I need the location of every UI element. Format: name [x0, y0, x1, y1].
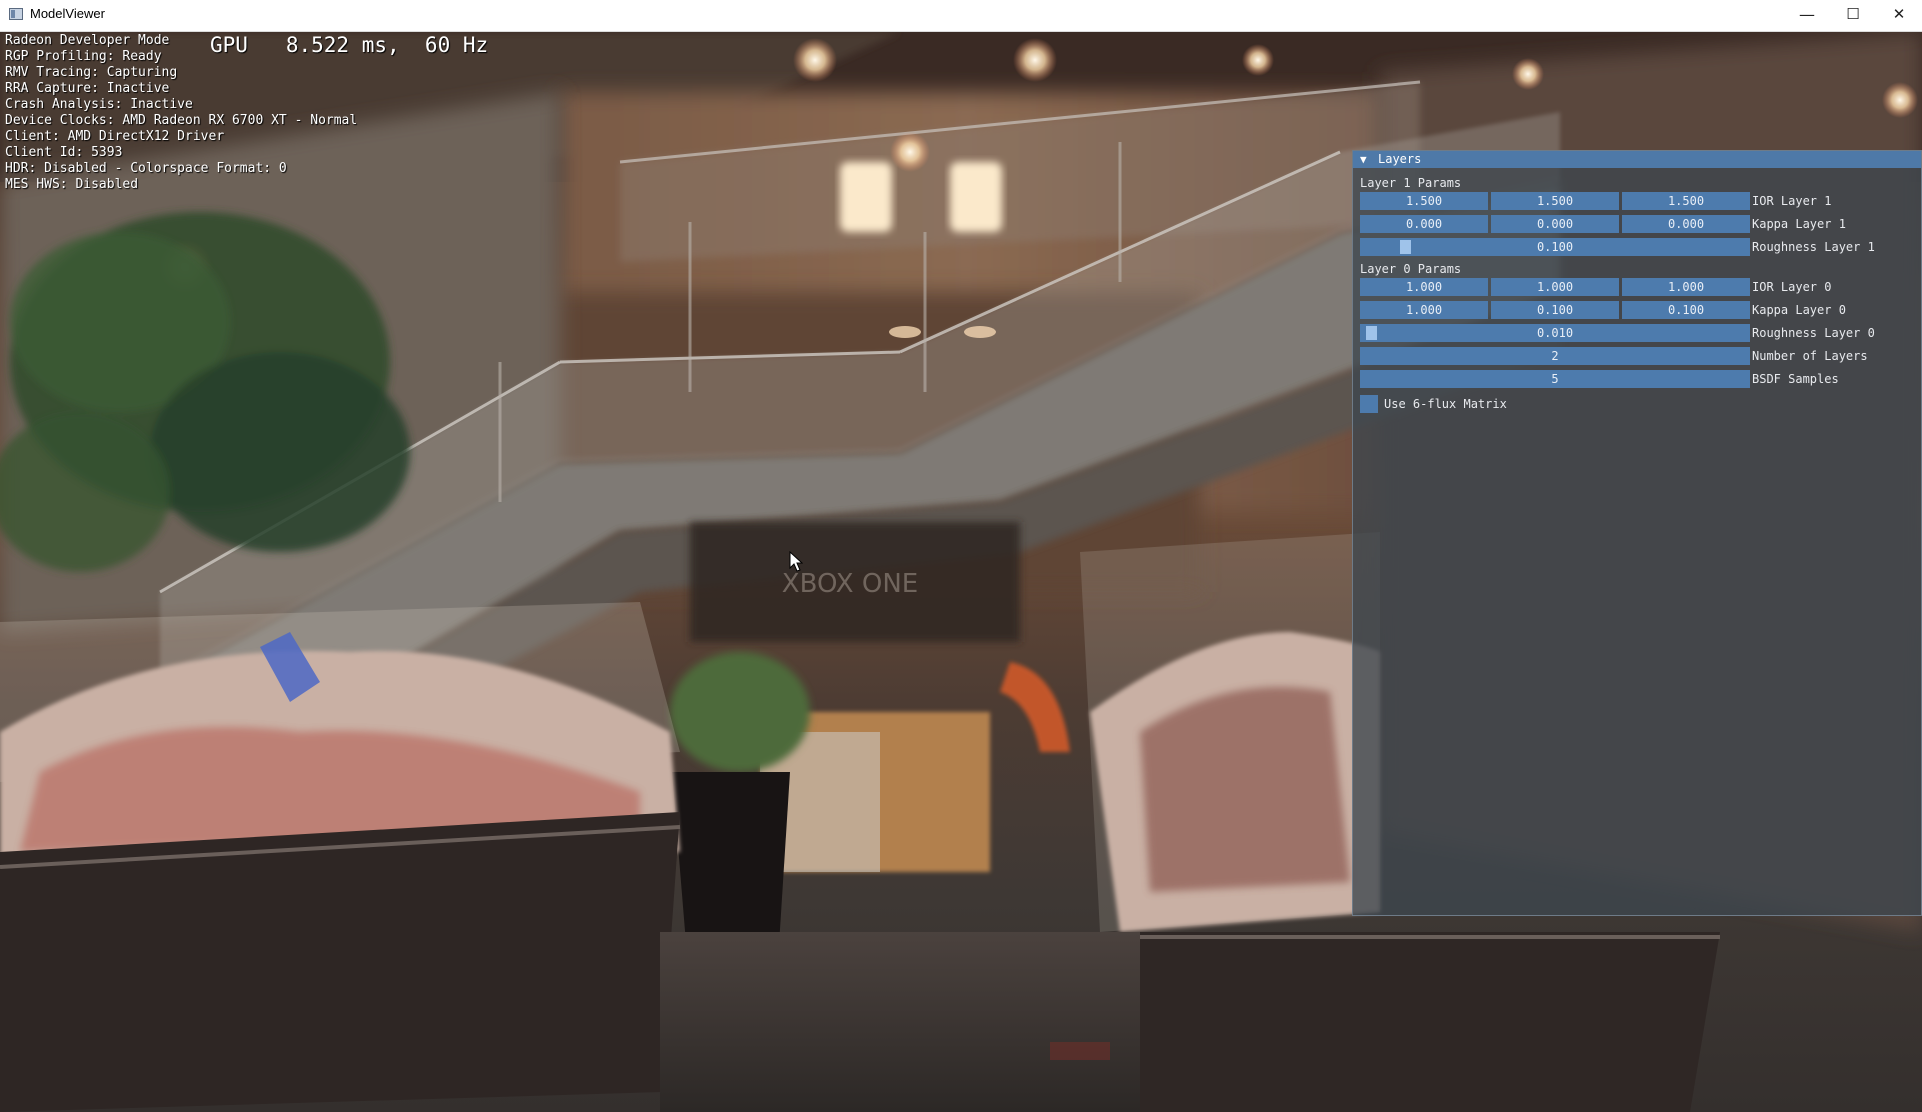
ior-layer1-label: IOR Layer 1 [1752, 194, 1832, 208]
diag-line: Device Clocks: AMD Radeon RX 6700 XT - N… [5, 113, 358, 128]
title-bar: ModelViewer — ☐ ✕ [0, 0, 1922, 32]
diag-line: Client Id: 5393 [5, 145, 123, 160]
triangle-down-icon[interactable]: ▼ [1360, 151, 1367, 168]
kappa-layer1-r-field[interactable]: 0.000 [1360, 215, 1488, 233]
bsdf-samples-field[interactable]: 5 [1360, 370, 1750, 388]
maximize-button[interactable]: ☐ [1830, 0, 1876, 31]
ior-layer1-r-field[interactable]: 1.500 [1360, 192, 1488, 210]
kappa-layer1-label: Kappa Layer 1 [1752, 217, 1846, 231]
panel-title: Layers [1378, 152, 1422, 166]
close-icon: ✕ [1892, 5, 1906, 23]
diag-line: RMV Tracing: Capturing [5, 65, 178, 80]
layer1-section-label: Layer 1 Params [1360, 176, 1462, 190]
ior-layer0-g-field[interactable]: 1.000 [1491, 278, 1619, 296]
diag-line: Crash Analysis: Inactive [5, 97, 193, 112]
kappa-layer0-label: Kappa Layer 0 [1752, 303, 1846, 317]
app-icon [9, 8, 23, 20]
layer0-section-label: Layer 0 Params [1360, 262, 1462, 276]
minimize-icon: — [1799, 5, 1815, 24]
ior-layer1-g-field[interactable]: 1.500 [1491, 192, 1619, 210]
diag-line: Client: AMD DirectX12 Driver [5, 129, 225, 144]
roughness-layer0-value: 0.010 [1536, 326, 1574, 340]
kappa-layer0-b-field[interactable]: 0.100 [1622, 301, 1750, 319]
roughness-layer1-value: 0.100 [1536, 240, 1574, 254]
minimize-button[interactable]: — [1784, 0, 1830, 31]
panel-header[interactable]: ▼ Layers [1353, 151, 1921, 168]
ior-layer0-r-field[interactable]: 1.000 [1360, 278, 1488, 296]
diagnostics-overlay: Radeon Developer Mode RGP Profiling: Rea… [5, 33, 357, 193]
roughness-layer0-label: Roughness Layer 0 [1752, 326, 1875, 340]
xbox-sign: XBOX ONE [782, 569, 918, 599]
diag-line: MES HWS: Disabled [5, 177, 139, 192]
layers-panel[interactable]: ▼ Layers Layer 1 Params 1.500 1.500 1.50… [1352, 150, 1922, 916]
six-flux-label: Use 6-flux Matrix [1384, 397, 1507, 411]
kappa-layer0-r-field[interactable]: 1.000 [1360, 301, 1488, 319]
maximize-icon: ☐ [1846, 5, 1860, 23]
ior-layer1-b-field[interactable]: 1.500 [1622, 192, 1750, 210]
bsdf-samples-label: BSDF Samples [1752, 372, 1839, 386]
mouse-cursor-icon [789, 551, 803, 572]
number-of-layers-field[interactable]: 2 [1360, 347, 1750, 365]
kappa-layer1-g-field[interactable]: 0.000 [1491, 215, 1619, 233]
diag-line: HDR: Disabled - Colorspace Format: 0 [5, 161, 287, 176]
ior-layer0-label: IOR Layer 0 [1752, 280, 1832, 294]
close-button[interactable]: ✕ [1876, 0, 1922, 31]
kappa-layer0-g-field[interactable]: 0.100 [1491, 301, 1619, 319]
gpu-frame-time: GPU 8.522 ms, 60 Hz [210, 33, 489, 57]
kappa-layer1-b-field[interactable]: 0.000 [1622, 215, 1750, 233]
window-title: ModelViewer [30, 6, 105, 21]
six-flux-checkbox[interactable] [1360, 395, 1378, 413]
roughness-layer1-slider[interactable]: 0.100 [1360, 238, 1750, 256]
diag-line: RRA Capture: Inactive [5, 81, 170, 96]
number-of-layers-label: Number of Layers [1752, 349, 1868, 363]
roughness-layer1-label: Roughness Layer 1 [1752, 240, 1875, 254]
ior-layer0-b-field[interactable]: 1.000 [1622, 278, 1750, 296]
roughness-layer0-slider[interactable]: 0.010 [1360, 324, 1750, 342]
